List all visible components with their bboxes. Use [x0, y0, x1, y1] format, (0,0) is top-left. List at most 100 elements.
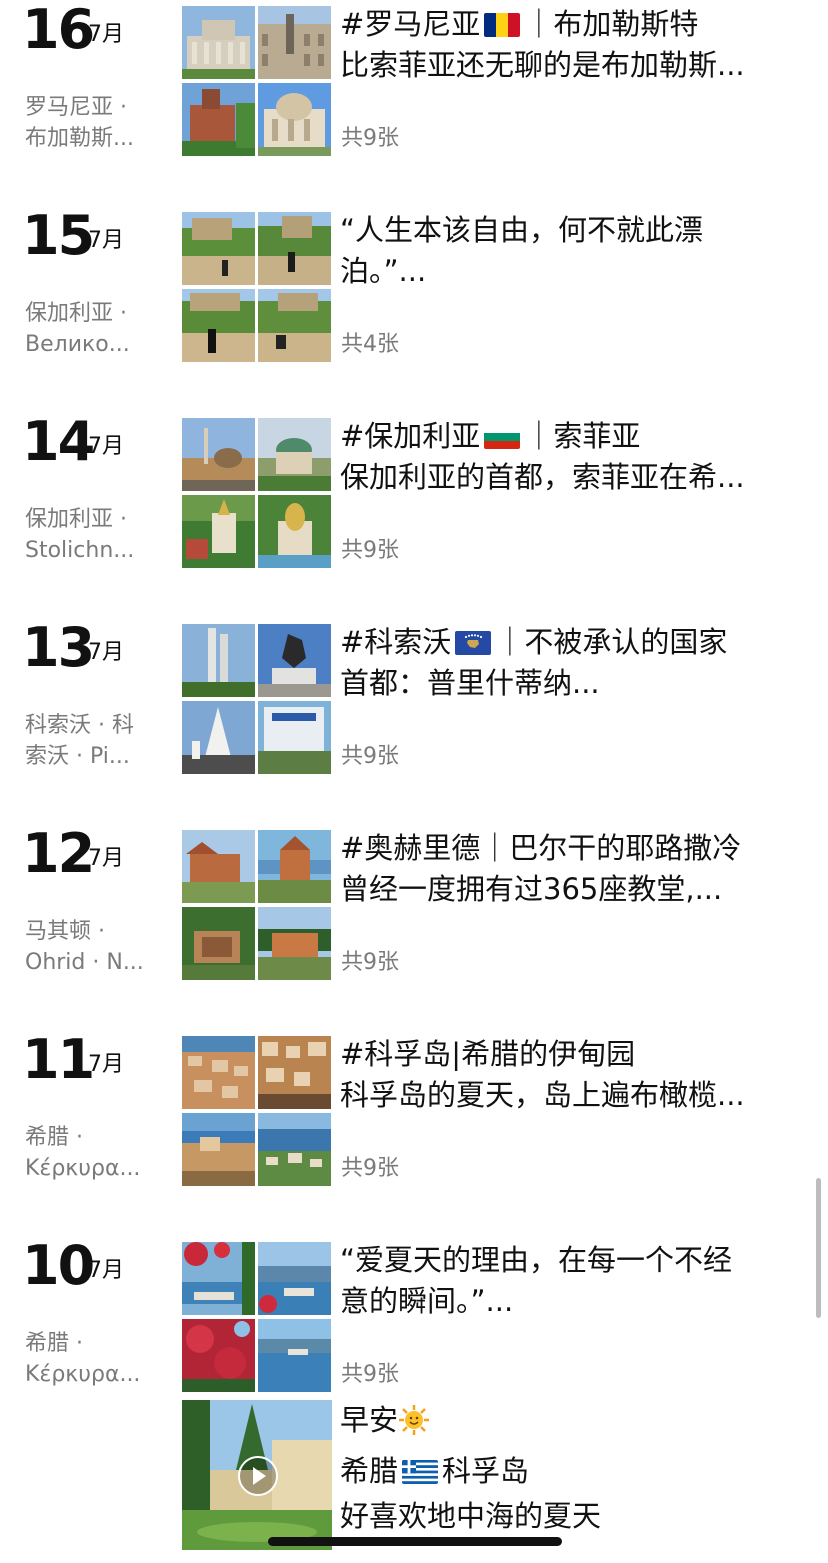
photo-thumbnail[interactable] [182, 1242, 255, 1315]
photo-grid[interactable] [182, 418, 332, 568]
photo-grid[interactable] [182, 1036, 332, 1186]
photo-thumbnail[interactable] [182, 418, 255, 491]
location-line-1: 希腊 · [25, 1125, 83, 1150]
entry-month: 7月 [88, 1052, 124, 1077]
caption-text: 早安 [340, 1403, 399, 1437]
play-icon[interactable] [238, 1456, 278, 1496]
entry-day: 11 [22, 1028, 95, 1091]
caption-line-2: 泊。”... [340, 254, 427, 288]
photo-thumbnail[interactable] [182, 6, 255, 79]
photo-thumbnail[interactable] [258, 830, 331, 903]
caption-line-2: 科孚岛的夏天，岛上遍布橄榄... [340, 1078, 745, 1112]
photo-grid[interactable] [182, 1242, 332, 1392]
location-line-2: 布加勒斯... [25, 126, 134, 151]
photo-thumbnail[interactable] [182, 907, 255, 980]
scrollbar[interactable] [816, 1178, 821, 1318]
photo-thumbnail[interactable] [182, 1036, 255, 1109]
photo-grid[interactable] [182, 624, 332, 774]
photo-thumbnail[interactable] [182, 495, 255, 568]
photo-thumbnail[interactable] [182, 83, 255, 156]
location-line-2: Велико... [25, 332, 130, 357]
caption-line-1: #保加利亚 ｜索菲亚 [340, 416, 798, 457]
timeline-entry-16[interactable]: 16 7月 罗马尼亚 · 布加勒斯... #罗马尼亚 ｜布加勒斯特 比索菲亚还无聊… [0, 0, 828, 206]
photo-thumbnail[interactable] [258, 83, 331, 156]
entry-location: 希腊 · Κέρκυρα... [25, 1328, 173, 1390]
photo-thumbnail[interactable] [182, 830, 255, 903]
caption-hashtag: #保加利亚 [340, 419, 481, 453]
location-line-1: 罗马尼亚 · [25, 95, 127, 120]
entry-caption[interactable]: #科孚岛|希腊的伊甸园 科孚岛的夏天，岛上遍布橄榄... [340, 1034, 798, 1116]
entry-location: 保加利亚 · Велико... [25, 298, 173, 360]
photo-grid[interactable] [182, 6, 332, 156]
caption-line-2: 保加利亚的首都，索菲亚在希... [340, 460, 745, 494]
entry-month: 7月 [88, 640, 124, 665]
photo-count: 共9张 [341, 1362, 399, 1387]
home-indicator[interactable] [268, 1537, 562, 1546]
photo-thumbnail[interactable] [258, 701, 331, 774]
timeline-entry-12[interactable]: 12 7月 马其顿 · Ohrid · N... #奥赫里德｜巴尔干的耶路撒冷 … [0, 824, 828, 1030]
photo-thumbnail[interactable] [182, 1319, 255, 1392]
entry-month: 7月 [88, 846, 124, 871]
entry-location: 罗马尼亚 · 布加勒斯... [25, 92, 173, 154]
caption-line-2: 比索菲亚还无聊的是布加勒斯... [340, 48, 745, 82]
photo-thumbnail[interactable] [258, 624, 331, 697]
caption-line-2: 曾经一度拥有过365座教堂,... [340, 872, 723, 906]
entry-caption[interactable]: #罗马尼亚 ｜布加勒斯特 比索菲亚还无聊的是布加勒斯... [340, 4, 798, 86]
caption-hashtag: #科索沃 [340, 625, 452, 659]
video-caption[interactable]: 早安 希腊 科孚岛 好喜欢地中海的夏天 [340, 1398, 601, 1539]
photo-thumbnail[interactable] [258, 1242, 331, 1315]
photo-thumbnail[interactable] [258, 6, 331, 79]
photo-thumbnail[interactable] [258, 418, 331, 491]
photo-count: 共9张 [341, 950, 399, 975]
location-line-1: 科索沃 · 科 [25, 713, 134, 738]
photo-thumbnail[interactable] [182, 1113, 255, 1186]
photo-count: 共9张 [341, 744, 399, 769]
entry-caption[interactable]: #科索沃 ｜不被承认的国家 首都：普里什蒂纳... [340, 622, 798, 704]
entry-day: 10 [22, 1234, 95, 1297]
timeline-entry-13[interactable]: 13 7月 科索沃 · 科 索沃 · Pi... #科索沃 ｜不被承认的国家 首都… [0, 618, 828, 824]
caption-line-1: “爱夏天的理由，在每一个不经 [340, 1243, 733, 1277]
entry-caption[interactable]: #保加利亚 ｜索菲亚 保加利亚的首都，索菲亚在希... [340, 416, 798, 498]
caption-line-1: #科孚岛|希腊的伊甸园 [340, 1037, 636, 1071]
photo-grid[interactable] [182, 212, 332, 362]
photo-thumbnail[interactable] [182, 289, 255, 362]
photo-grid[interactable] [182, 830, 332, 980]
photo-thumbnail[interactable] [258, 1319, 331, 1392]
entry-day: 14 [22, 410, 95, 473]
timeline-entry-11[interactable]: 11 7月 希腊 · Κέρκυρα... #科孚岛|希腊的伊甸园 科孚岛的夏天… [0, 1030, 828, 1236]
video-caption-line-1: 早安 [340, 1398, 601, 1449]
entry-month: 7月 [88, 22, 124, 47]
greece-flag-icon [402, 1460, 439, 1484]
photo-thumbnail[interactable] [258, 907, 331, 980]
caption-line-1: #罗马尼亚 ｜布加勒斯特 [340, 4, 798, 45]
photo-thumbnail[interactable] [258, 1036, 331, 1109]
entry-month: 7月 [88, 434, 124, 459]
entry-day: 13 [22, 616, 95, 679]
entry-caption[interactable]: #奥赫里德｜巴尔干的耶路撒冷 曾经一度拥有过365座教堂,... [340, 828, 798, 910]
timeline-entry-14[interactable]: 14 7月 保加利亚 · Stolichn... #保加利亚 ｜索菲亚 保加利亚的… [0, 412, 828, 618]
photo-thumbnail[interactable] [258, 289, 331, 362]
entry-caption[interactable]: “爱夏天的理由，在每一个不经 意的瞬间。”... [340, 1240, 798, 1322]
entry-caption[interactable]: “人生本该自由，何不就此漂 泊。”... [340, 210, 798, 292]
photo-thumbnail[interactable] [182, 212, 255, 285]
location-line-1: 希腊 · [25, 1331, 83, 1356]
photo-count: 共9张 [341, 126, 399, 151]
video-caption-line-2: 希腊 科孚岛 [340, 1449, 601, 1494]
caption-line-1: #科索沃 ｜不被承认的国家 [340, 622, 798, 663]
location-line-2: 索沃 · Pi... [25, 744, 130, 769]
photo-thumbnail[interactable] [258, 1113, 331, 1186]
entry-day: 12 [22, 822, 95, 885]
location-line-2: Κέρκυρα... [25, 1362, 141, 1387]
photo-thumbnail[interactable] [258, 212, 331, 285]
timeline-entry-15[interactable]: 15 7月 保加利亚 · Велико... “人生本该自由，何不就此漂 泊。”… [0, 206, 828, 412]
sun-emoji-icon [398, 1404, 430, 1449]
caption-hashtag: #罗马尼亚 [340, 7, 481, 41]
entry-day: 15 [22, 204, 95, 267]
photo-thumbnail[interactable] [182, 624, 255, 697]
photo-thumbnail[interactable] [258, 495, 331, 568]
photo-thumbnail[interactable] [182, 701, 255, 774]
video-thumbnail[interactable] [182, 1400, 332, 1550]
caption-title: ｜布加勒斯特 [524, 7, 699, 41]
entry-month: 7月 [88, 228, 124, 253]
caption-place: 科孚岛 [442, 1454, 530, 1488]
